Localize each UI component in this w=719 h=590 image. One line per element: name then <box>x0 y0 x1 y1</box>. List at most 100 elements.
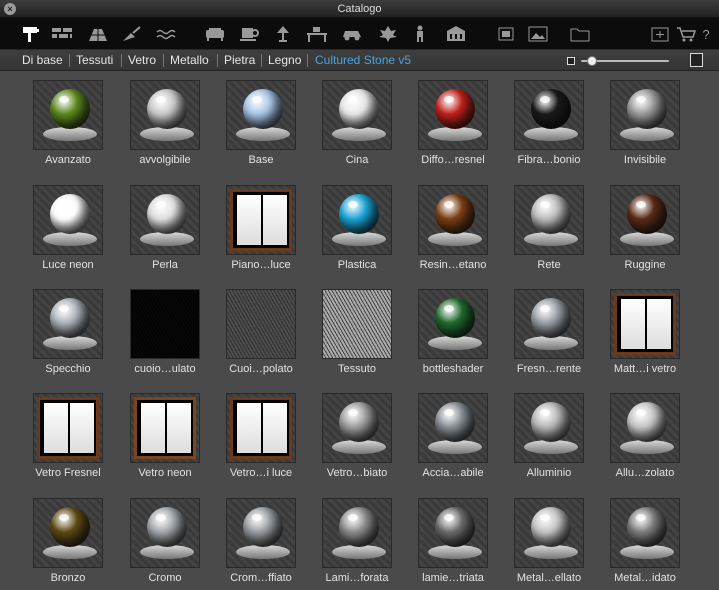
material-item[interactable]: Resin…etano <box>405 177 501 277</box>
material-thumbnail[interactable] <box>33 80 103 150</box>
small-thumbnail-icon[interactable] <box>567 57 575 65</box>
material-thumbnail[interactable] <box>130 80 200 150</box>
folder-icon[interactable] <box>568 24 592 44</box>
material-item[interactable]: Bronzo <box>20 490 116 590</box>
material-thumbnail[interactable] <box>33 498 103 568</box>
material-thumbnail[interactable] <box>514 393 584 463</box>
crumb-tessuti[interactable]: Tessuti <box>76 50 113 71</box>
paint-roller-icon[interactable] <box>20 24 44 44</box>
thumbnail-size-slider[interactable] <box>567 53 703 67</box>
material-item[interactable]: Vetro neon <box>117 385 213 485</box>
material-thumbnail[interactable] <box>226 498 296 568</box>
material-item[interactable]: Specchio <box>20 281 116 381</box>
leaf-icon[interactable] <box>376 24 400 44</box>
material-item[interactable]: Accia…abile <box>405 385 501 485</box>
material-thumbnail[interactable] <box>33 289 103 359</box>
water-icon[interactable] <box>155 24 179 44</box>
lamp-icon[interactable] <box>271 24 295 44</box>
material-thumbnail[interactable] <box>610 185 680 255</box>
material-item[interactable]: Plastica <box>309 177 405 277</box>
material-item[interactable]: Crom…ffiato <box>213 490 309 590</box>
crumb-vetro[interactable]: Vetro <box>128 50 156 71</box>
material-item[interactable]: cuoio…ulato <box>117 281 213 381</box>
material-thumbnail[interactable] <box>322 185 392 255</box>
material-thumbnail[interactable] <box>322 498 392 568</box>
material-thumbnail[interactable] <box>610 80 680 150</box>
material-item[interactable]: Base <box>213 72 309 172</box>
material-thumbnail[interactable] <box>322 80 392 150</box>
image-icon[interactable] <box>526 24 550 44</box>
material-item[interactable]: avvolgibile <box>117 72 213 172</box>
material-item[interactable]: Cuoi…polato <box>213 281 309 381</box>
crumb-di-base[interactable]: Di base <box>22 50 63 71</box>
material-item[interactable]: Rete <box>501 177 597 277</box>
material-thumbnail[interactable] <box>130 185 200 255</box>
material-thumbnail[interactable] <box>322 393 392 463</box>
material-thumbnail[interactable] <box>33 185 103 255</box>
material-item[interactable]: Tessuto <box>309 281 405 381</box>
crumb-cultured-stone[interactable]: Cultured Stone v5 <box>315 50 411 71</box>
material-item[interactable]: Ruggine <box>597 177 693 277</box>
material-thumbnail[interactable] <box>418 393 488 463</box>
material-thumbnail[interactable] <box>226 393 296 463</box>
crumb-pietra[interactable]: Pietra <box>224 50 255 71</box>
person-icon[interactable] <box>408 24 432 44</box>
trowel-icon[interactable] <box>120 24 144 44</box>
material-item[interactable]: lamie…triata <box>405 490 501 590</box>
material-thumbnail[interactable] <box>33 393 103 463</box>
material-item[interactable]: Cina <box>309 72 405 172</box>
material-item[interactable]: Metal…idato <box>597 490 693 590</box>
material-item[interactable]: Vetro Fresnel <box>20 385 116 485</box>
material-thumbnail[interactable] <box>514 498 584 568</box>
material-thumbnail[interactable] <box>514 185 584 255</box>
slider-knob[interactable] <box>587 56 597 66</box>
material-thumbnail[interactable] <box>130 498 200 568</box>
material-item[interactable]: Vetro…i luce <box>213 385 309 485</box>
material-item[interactable]: Fresn…rente <box>501 281 597 381</box>
material-thumbnail[interactable] <box>418 498 488 568</box>
car-icon[interactable] <box>340 24 364 44</box>
material-thumbnail[interactable] <box>418 289 488 359</box>
material-item[interactable]: Invisibile <box>597 72 693 172</box>
close-icon[interactable]: × <box>4 3 16 15</box>
material-item[interactable]: Fibra…bonio <box>501 72 597 172</box>
material-item[interactable]: Diffo…resnel <box>405 72 501 172</box>
texture-icon[interactable] <box>494 24 518 44</box>
material-thumbnail[interactable] <box>226 185 296 255</box>
cup-icon[interactable] <box>237 24 261 44</box>
material-thumbnail[interactable] <box>130 393 200 463</box>
material-item[interactable]: Cromo <box>117 490 213 590</box>
help-icon[interactable]: ? <box>698 24 714 44</box>
material-thumbnail[interactable] <box>514 80 584 150</box>
material-item[interactable]: Lami…forata <box>309 490 405 590</box>
material-thumbnail[interactable] <box>418 80 488 150</box>
material-thumbnail[interactable] <box>610 393 680 463</box>
material-item[interactable]: bottleshader <box>405 281 501 381</box>
large-thumbnail-icon[interactable] <box>690 53 703 67</box>
material-item[interactable]: Piano…luce <box>213 177 309 277</box>
crumb-legno[interactable]: Legno <box>268 50 301 71</box>
material-item[interactable]: Matt…i vetro <box>597 281 693 381</box>
material-thumbnail[interactable] <box>514 289 584 359</box>
material-thumbnail[interactable] <box>610 498 680 568</box>
crumb-metallo[interactable]: Metallo <box>170 50 209 71</box>
material-item[interactable]: Vetro…biato <box>309 385 405 485</box>
sofa-icon[interactable] <box>203 24 227 44</box>
material-thumbnail[interactable] <box>130 289 200 359</box>
new-folder-icon[interactable] <box>648 24 672 44</box>
material-item[interactable]: Alluminio <box>501 385 597 485</box>
material-item[interactable]: Metal…ellato <box>501 490 597 590</box>
material-item[interactable]: Allu…zolato <box>597 385 693 485</box>
material-item[interactable]: Perla <box>117 177 213 277</box>
brick-wall-icon[interactable] <box>50 24 74 44</box>
material-item[interactable]: Luce neon <box>20 177 116 277</box>
cart-icon[interactable] <box>674 24 698 44</box>
material-thumbnail[interactable] <box>418 185 488 255</box>
roof-tiles-icon[interactable] <box>86 24 110 44</box>
material-thumbnail[interactable] <box>610 289 680 359</box>
desk-icon[interactable] <box>305 24 329 44</box>
building-icon[interactable] <box>444 24 468 44</box>
material-item[interactable]: Avanzato <box>20 72 116 172</box>
material-thumbnail[interactable] <box>226 289 296 359</box>
material-thumbnail[interactable] <box>226 80 296 150</box>
